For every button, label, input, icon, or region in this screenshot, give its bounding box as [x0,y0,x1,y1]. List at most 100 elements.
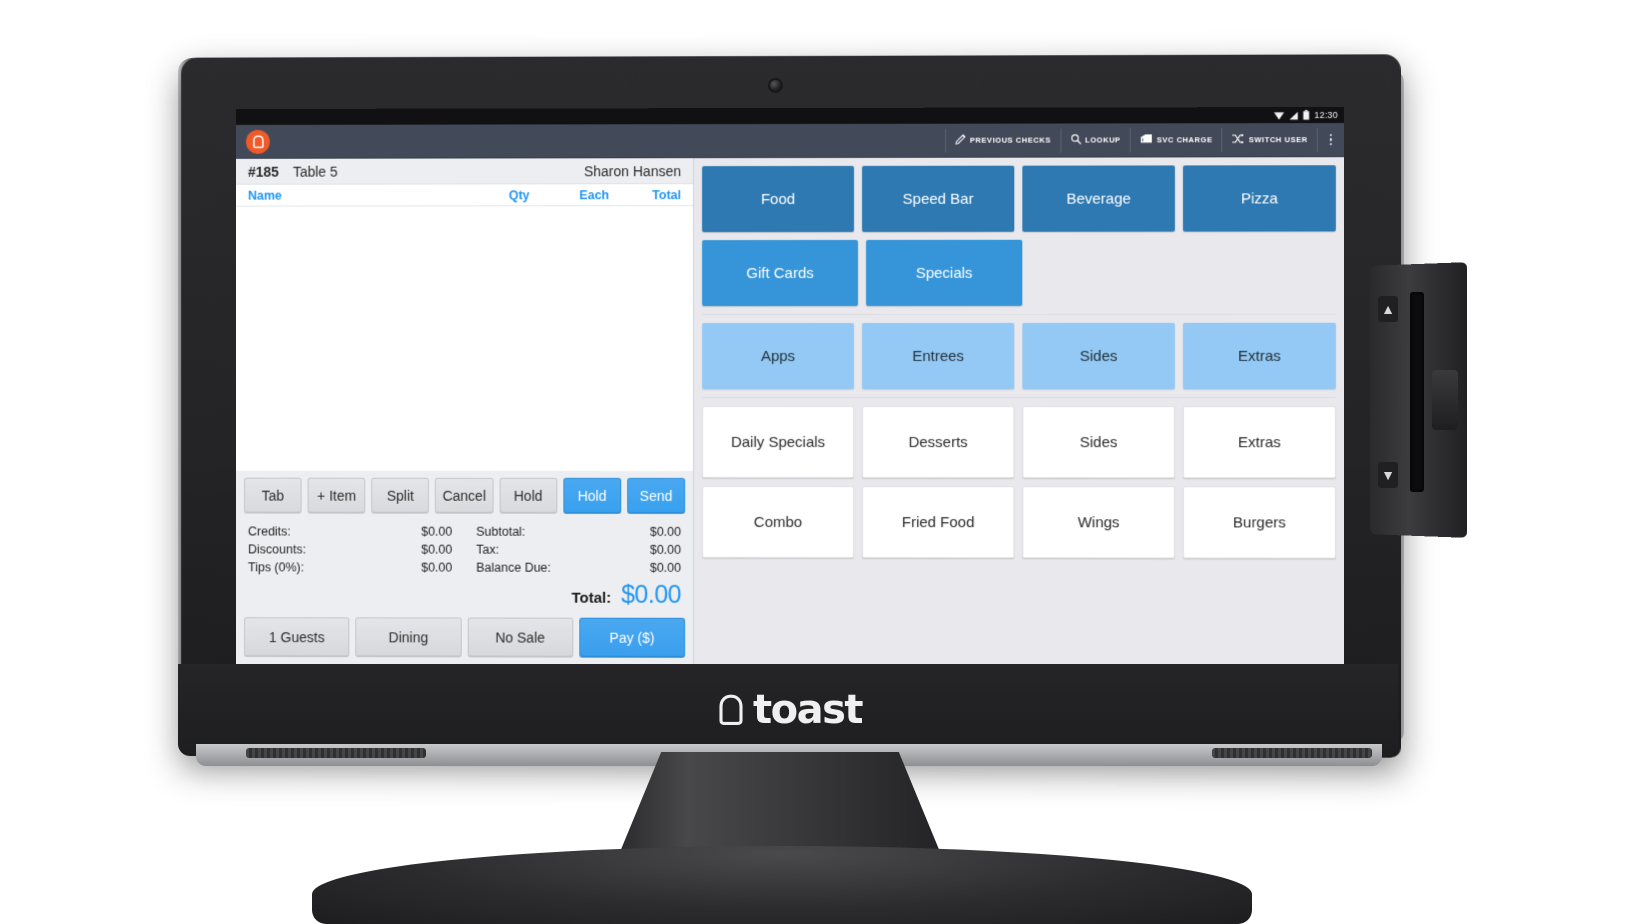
menu-button-extras-item[interactable]: Extras [1182,406,1336,479]
screenshot-stage: ▲ ▼ 12:30 PREVIOUS CHECKS LOOKUP SVC CHA… [0,0,1640,924]
check-action-row: Tab + Item Split Cancel Hold Hold Send [236,470,694,521]
menu-button-fried-food[interactable]: Fried Food [862,486,1015,559]
check-server-name: Sharon Hansen [584,162,682,179]
column-header-name: Name [247,188,282,203]
screen-body: #185 Table 5 Sharon Hansen Name Qty Each… [236,157,1344,668]
search-icon [1070,134,1081,147]
menu-button-gift-cards[interactable]: Gift Cards [702,239,859,307]
menu-button-apps[interactable]: Apps [702,322,855,390]
card-reader-up-icon: ▲ [1378,296,1398,322]
menu-level3-row1: Daily Specials Desserts Sides Extras [702,405,1336,479]
toolbar-switch-user[interactable]: Switch User [1222,127,1318,152]
menu-button-entrees[interactable]: Entrees [862,322,1015,390]
check-totals: Credits: $0.00 Discounts: $0.00 Tips (0%… [236,520,694,579]
toast-brand-name: toast [752,687,864,733]
device-vent-left [246,748,426,758]
menu-button-desserts[interactable]: Desserts [862,406,1015,479]
credits-label: Credits: [247,524,291,539]
menu-button-burgers[interactable]: Burgers [1182,486,1336,559]
guests-button[interactable]: 1 Guests [244,617,350,658]
totals-right-column: Subtotal: $0.00 Tax: $0.00 Balance Due: … [470,523,681,577]
check-panel: #185 Table 5 Sharon Hansen Name Qty Each… [236,158,695,666]
menu-button-sides-item[interactable]: Sides [1022,406,1175,479]
card-reader-side-panel [1432,370,1458,430]
grand-total-row: Total: $0.00 [236,578,694,618]
grand-total-value: $0.00 [621,580,682,609]
check-table-name: Table 5 [292,163,338,180]
menu-button-combo[interactable]: Combo [702,485,855,559]
terminal-stand-base [312,846,1252,924]
tab-button[interactable]: Tab [244,477,302,514]
toolbar-previous-checks[interactable]: Previous Checks [944,128,1061,153]
column-header-qty: Qty [508,187,530,202]
totals-credits-row: Credits: $0.00 [248,523,452,541]
check-header[interactable]: #185 Table 5 Sharon Hansen [236,158,694,185]
menu-button-sides[interactable]: Sides [1022,322,1175,390]
menu-button-specials[interactable]: Specials [866,239,1023,306]
menu-button-wings[interactable]: Wings [1022,486,1175,559]
no-sale-button[interactable]: No Sale [467,617,574,658]
tax-value: $0.00 [649,542,682,557]
signal-icon [1289,111,1299,120]
discounts-label: Discounts: [247,542,306,557]
card-reader-slot [1410,292,1424,492]
menu-empty-slot [1187,239,1336,305]
credits-value: $0.00 [421,524,453,539]
toast-logo-icon[interactable] [245,129,270,154]
tips-value: $0.00 [421,560,453,575]
totals-left-column: Credits: $0.00 Discounts: $0.00 Tips (0%… [248,523,470,577]
totals-balance-due-row: Balance Due: $0.00 [476,559,681,577]
menu-button-daily-specials[interactable]: Daily Specials [702,405,855,479]
menu-button-food[interactable]: Food [702,165,855,233]
hold-primary-button[interactable]: Hold [563,477,622,514]
menu-level1-row2: Gift Cards Specials [702,239,1336,307]
discounts-value: $0.00 [421,542,453,557]
subtotal-label: Subtotal: [476,524,526,539]
split-button[interactable]: Split [371,477,430,514]
check-number: #185 [247,163,279,180]
tips-label: Tips (0%): [247,560,305,575]
menu-button-beverage[interactable]: Beverage [1022,165,1175,232]
menu-level2-row: Apps Entrees Sides Extras [702,322,1336,390]
wifi-icon [1274,111,1285,120]
menu-divider [702,313,1336,316]
receipt-icon [1140,133,1153,146]
add-item-button[interactable]: + Item [307,477,366,514]
balance-due-value: $0.00 [649,560,682,575]
totals-tips-row: Tips (0%): $0.00 [248,558,452,576]
dining-option-button[interactable]: Dining [355,617,462,658]
totals-tax-row: Tax: $0.00 [476,541,681,559]
menu-level1-row1: Food Speed Bar Beverage Pizza [702,165,1336,233]
toast-wordmark: toast [714,687,864,733]
check-item-list[interactable] [236,206,694,471]
grand-total-label: Total: [571,589,612,607]
menu-button-extras[interactable]: Extras [1182,322,1336,390]
battery-icon [1303,110,1310,120]
menu-button-pizza[interactable]: Pizza [1182,165,1336,232]
toolbar-svc-charge-label: Svc Charge [1156,135,1213,145]
card-reader-down-icon: ▼ [1378,462,1398,488]
menu-level3-row2: Combo Fried Food Wings Burgers [702,485,1336,559]
balance-due-label: Balance Due: [476,560,551,575]
send-button[interactable]: Send [627,477,686,514]
app-toolbar: Previous Checks Lookup Svc Charge [236,123,1344,159]
shuffle-icon [1232,133,1245,146]
menu-panel: Food Speed Bar Beverage Pizza Gift Cards… [694,157,1344,668]
hold-button[interactable]: Hold [499,477,558,514]
menu-divider [702,396,1336,399]
toolbar-svc-charge[interactable]: Svc Charge [1130,127,1223,152]
more-options-icon[interactable] [1320,126,1342,154]
status-bar-clock: 12:30 [1314,110,1338,121]
toolbar-lookup[interactable]: Lookup [1060,127,1131,153]
toolbar-lookup-label: Lookup [1085,135,1121,145]
totals-discounts-row: Discounts: $0.00 [248,540,452,558]
column-header-each: Each [579,187,610,202]
cancel-button[interactable]: Cancel [435,477,494,514]
check-column-headers: Name Qty Each Total [236,184,694,207]
toolbar-previous-checks-label: Previous Checks [969,135,1051,145]
column-header-total: Total [652,187,682,202]
pay-button[interactable]: Pay ($) [579,617,686,658]
toast-bread-icon [714,693,748,727]
pencil-icon [955,134,966,147]
menu-button-speed-bar[interactable]: Speed Bar [862,165,1015,232]
